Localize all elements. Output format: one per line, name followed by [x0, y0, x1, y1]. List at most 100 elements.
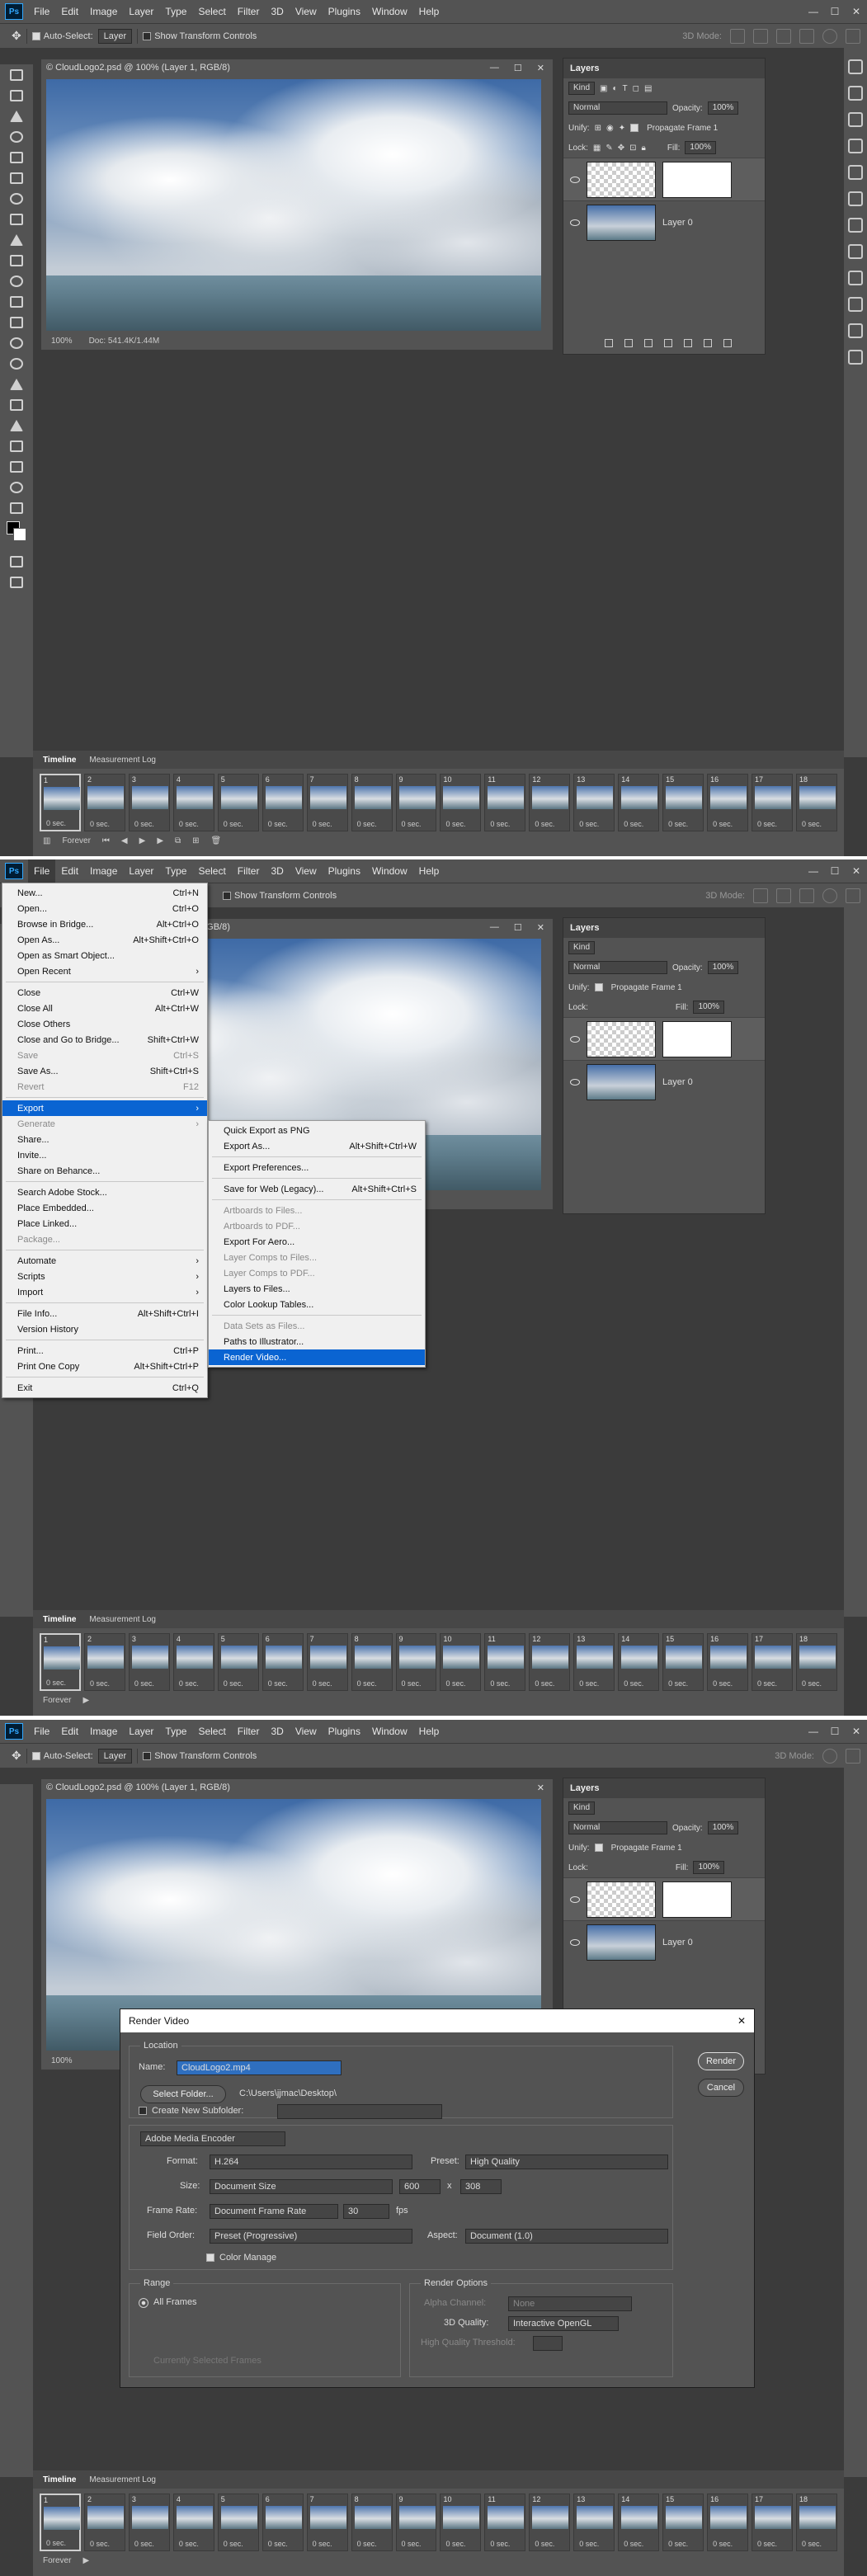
pen-tool[interactable]: [0, 374, 33, 394]
delete-frame-icon[interactable]: 🗑︎: [211, 836, 222, 845]
filter-pixel-icon[interactable]: ▣: [600, 84, 607, 93]
timeline-frame[interactable]: 11 0 sec.: [484, 2494, 526, 2551]
doc-close-button[interactable]: ✕: [537, 1782, 544, 1793]
history-brush-tool[interactable]: [0, 271, 33, 291]
menu-filter[interactable]: Filter: [232, 859, 266, 883]
show-transform-checkbox[interactable]: [143, 31, 152, 40]
workspace-icon[interactable]: [846, 1749, 860, 1764]
layer-row-1[interactable]: [563, 158, 765, 200]
layer-mask-thumbnail[interactable]: [662, 161, 732, 198]
blend-mode-select[interactable]: Normal: [568, 101, 667, 115]
auto-select-target[interactable]: Layer: [97, 1748, 133, 1764]
export-menu-item[interactable]: Export As... Alt+Shift+Ctrl+W: [209, 1138, 425, 1154]
3d-pan-icon[interactable]: [799, 888, 814, 903]
timeline-frame[interactable]: 80 sec.: [351, 1633, 393, 1691]
render-button[interactable]: Render: [698, 2052, 744, 2070]
timeline-frame[interactable]: 18 0 sec.: [795, 2494, 837, 2551]
visibility-eye-icon[interactable]: [570, 1035, 580, 1043]
brush-settings-icon[interactable]: [848, 191, 863, 206]
timeline-frame[interactable]: 30 sec.: [128, 1633, 170, 1691]
paths-icon[interactable]: [848, 350, 863, 365]
info-icon[interactable]: [848, 112, 863, 127]
timeline-frame[interactable]: 50 sec.: [217, 1633, 259, 1691]
timeline-frame[interactable]: 13 0 sec.: [573, 1633, 615, 1691]
file-menu-item[interactable]: Close and Go to Bridge... Shift+Ctrl+W: [2, 1032, 207, 1048]
glyphs-icon[interactable]: [848, 271, 863, 285]
timeline-frame[interactable]: 11 0 sec.: [484, 1633, 526, 1691]
group-folder-icon[interactable]: [684, 339, 692, 347]
timeline-frame[interactable]: 13 0 sec.: [573, 2494, 615, 2551]
workspace-icon[interactable]: [846, 888, 860, 903]
export-menu-item[interactable]: Layer Comps to Files...: [209, 1250, 425, 1265]
timeline-frame[interactable]: 20 sec.: [83, 774, 125, 831]
minimize-button[interactable]: —: [803, 0, 824, 23]
cancel-button[interactable]: Cancel: [698, 2079, 744, 2097]
eraser-tool[interactable]: [0, 291, 33, 312]
timeline-frame[interactable]: 12 0 sec.: [529, 1633, 571, 1691]
healing-tool[interactable]: [0, 209, 33, 229]
menu-window[interactable]: Window: [366, 859, 413, 883]
file-menu-item[interactable]: Place Embedded...: [2, 1200, 207, 1216]
framerate-select[interactable]: Document Frame Rate: [210, 2204, 338, 2219]
blend-mode-select[interactable]: Normal: [568, 961, 667, 974]
export-menu-item[interactable]: Export Preferences...: [209, 1160, 425, 1175]
layer-row-1[interactable]: [563, 1017, 765, 1060]
timeline-frame[interactable]: 12 0 sec.: [529, 2494, 571, 2551]
play-icon[interactable]: ▶: [82, 1696, 89, 1705]
create-subfolder-checkbox[interactable]: [139, 2107, 147, 2115]
timeline-frame[interactable]: 40 sec.: [172, 2494, 214, 2551]
show-transform-checkbox[interactable]: [223, 891, 231, 900]
timeline-frame[interactable]: 14 0 sec.: [618, 774, 660, 831]
3d-orbit-icon[interactable]: [753, 888, 768, 903]
play-icon[interactable]: ▶: [82, 2556, 89, 2565]
doc-minimize-button[interactable]: —: [490, 63, 499, 73]
move-tool[interactable]: [0, 64, 33, 85]
lock-all-icon[interactable]: 🔒︎: [642, 144, 646, 153]
timeline-frame[interactable]: 17 0 sec.: [752, 1633, 793, 1691]
close-button[interactable]: ✕: [846, 859, 867, 883]
link-icon[interactable]: [605, 339, 613, 347]
menu-edit[interactable]: Edit: [55, 0, 84, 23]
timeline-frame[interactable]: 40 sec.: [172, 774, 214, 831]
tween-icon[interactable]: ⧉: [175, 836, 181, 845]
fill-input[interactable]: 100%: [693, 1861, 725, 1874]
all-frames-radio[interactable]: [139, 2298, 148, 2308]
layers-panel-title[interactable]: Layers: [563, 918, 765, 938]
menu-select[interactable]: Select: [192, 859, 231, 883]
stamp-tool[interactable]: [0, 250, 33, 271]
3d-pan-icon[interactable]: [776, 29, 791, 44]
name-input[interactable]: CloudLogo2.mp4: [177, 2060, 342, 2075]
file-menu-item[interactable]: Version History: [2, 1321, 207, 1337]
swatches-icon[interactable]: [848, 139, 863, 153]
lock-artboard-icon[interactable]: ⊡: [629, 144, 636, 153]
prev-frame-icon[interactable]: ◀: [121, 836, 128, 845]
hand-tool[interactable]: [0, 456, 33, 477]
menu-layer[interactable]: Layer: [123, 1720, 159, 1743]
first-frame-icon[interactable]: ⏮: [102, 836, 110, 845]
layers-panel-title[interactable]: Layers: [563, 59, 765, 78]
file-menu-item[interactable]: Open As... Alt+Shift+Ctrl+O: [2, 932, 207, 948]
timeline-frame[interactable]: 90 sec.: [395, 774, 437, 831]
shape-tool[interactable]: [0, 436, 33, 456]
search-icon[interactable]: [822, 1749, 837, 1764]
timeline-frame[interactable]: 16 0 sec.: [707, 2494, 749, 2551]
size-select[interactable]: Document Size: [210, 2179, 393, 2194]
zoom-level[interactable]: 100%: [51, 337, 73, 346]
frame-tool[interactable]: [0, 167, 33, 188]
new-layer-icon[interactable]: [704, 339, 712, 347]
file-menu-item[interactable]: New... Ctrl+N: [2, 885, 207, 901]
file-menu-item[interactable]: Close Ctrl+W: [2, 985, 207, 1001]
propagate-checkbox[interactable]: [630, 124, 639, 132]
menu-window[interactable]: Window: [366, 1720, 413, 1743]
timeline-frame[interactable]: 40 sec.: [172, 1633, 214, 1691]
3d-slide-icon[interactable]: [799, 29, 814, 44]
timeline-frame[interactable]: 30 sec.: [128, 774, 170, 831]
timeline-frame[interactable]: 80 sec.: [351, 774, 393, 831]
aspect-select[interactable]: Document (1.0): [465, 2229, 668, 2244]
dialog-close-button[interactable]: ✕: [737, 2015, 746, 2027]
menu-view[interactable]: View: [290, 859, 323, 883]
file-menu-item[interactable]: Package...: [2, 1231, 207, 1247]
tab-timeline[interactable]: Timeline: [43, 1615, 76, 1624]
menu-help[interactable]: Help: [413, 859, 445, 883]
file-menu-item[interactable]: File Info... Alt+Shift+Ctrl+I: [2, 1306, 207, 1321]
